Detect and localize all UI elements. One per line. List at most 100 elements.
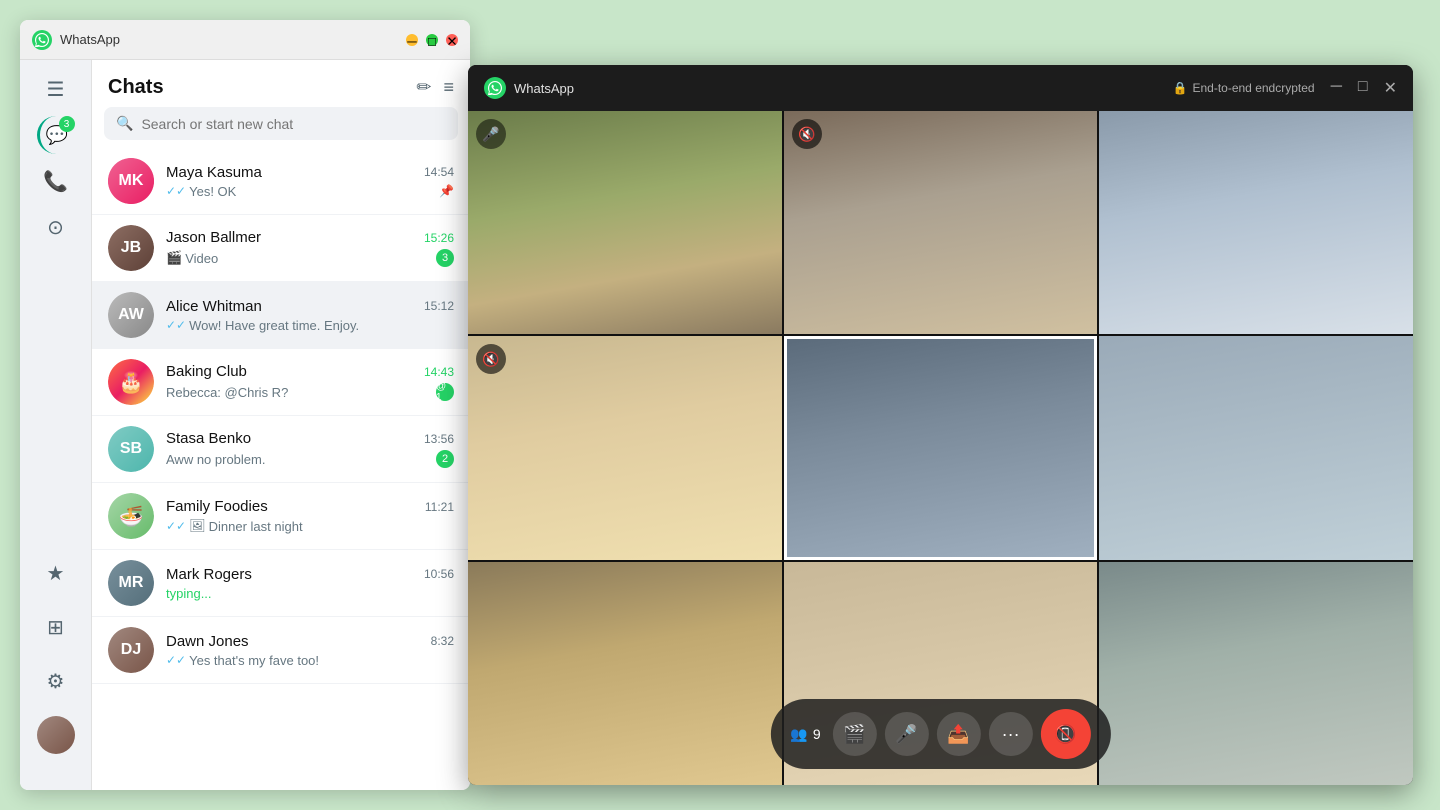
video-call-window: WhatsApp 🔒 End-to-end endcrypted ─ □ ✕ 🎤… bbox=[468, 65, 1413, 785]
mic-toggle-button[interactable]: 🎤 bbox=[885, 712, 929, 756]
chat-preview-row-mark: typing... bbox=[166, 586, 454, 601]
chat-list: MK Maya Kasuma 14:54 ✓✓ Yes! OK 📌 bbox=[92, 148, 470, 790]
main-titlebar: WhatsApp ─ □ ✕ bbox=[20, 20, 470, 60]
sidebar-item-settings[interactable]: ⚙ bbox=[37, 662, 75, 700]
chat-item-dawn[interactable]: DJ Dawn Jones 8:32 ✓✓ Yes that's my fave… bbox=[92, 617, 470, 684]
e2e-label: End-to-end endcrypted bbox=[1192, 81, 1314, 95]
tick-icon-maya: ✓✓ bbox=[166, 184, 186, 198]
chat-preview-row-jason: 🎬 Video 3 bbox=[166, 249, 454, 267]
video-toggle-button[interactable]: 🎬 bbox=[833, 712, 877, 756]
screen-share-button[interactable]: 📤 bbox=[937, 712, 981, 756]
chat-name-jason: Jason Ballmer bbox=[166, 229, 261, 246]
chat-name-row-jason: Jason Ballmer 15:26 bbox=[166, 229, 454, 246]
chat-preview-row-alice: ✓✓ Wow! Have great time. Enjoy. bbox=[166, 318, 454, 333]
chat-item-maya[interactable]: MK Maya Kasuma 14:54 ✓✓ Yes! OK 📌 bbox=[92, 148, 470, 215]
close-button[interactable]: ✕ bbox=[446, 34, 458, 46]
chat-item-mark[interactable]: MR Mark Rogers 10:56 typing... bbox=[92, 550, 470, 617]
video-app-name: WhatsApp bbox=[514, 81, 1173, 96]
search-bar[interactable]: 🔍 bbox=[104, 107, 458, 140]
chat-preview-row-dawn: ✓✓ Yes that's my fave too! bbox=[166, 653, 454, 668]
badge-stasa: 2 bbox=[436, 450, 454, 468]
chat-item-stasa[interactable]: SB Stasa Benko 13:56 Aww no problem. 2 bbox=[92, 416, 470, 483]
sidebar-item-menu[interactable]: ☰ bbox=[37, 70, 75, 108]
starred-icon: ★ bbox=[47, 561, 65, 586]
chat-time-dawn: 8:32 bbox=[431, 634, 454, 648]
chat-name-baking: Baking Club bbox=[166, 363, 247, 380]
video-maximize-button[interactable]: □ bbox=[1358, 78, 1368, 98]
chat-item-jason[interactable]: JB Jason Ballmer 15:26 🎬 Video 3 bbox=[92, 215, 470, 282]
video-cell-4: 🔇 bbox=[468, 336, 782, 559]
chat-name-mark: Mark Rogers bbox=[166, 566, 252, 583]
chat-preview-jason: 🎬 Video bbox=[166, 250, 436, 266]
video-cell-5 bbox=[784, 336, 1098, 559]
chat-preview-row-family: ✓✓ 🖼 Dinner last night bbox=[166, 518, 454, 534]
video-cell-6 bbox=[1099, 336, 1413, 559]
tick-icon-family: ✓✓ bbox=[166, 519, 186, 533]
search-input[interactable] bbox=[141, 116, 446, 132]
main-whatsapp-window: WhatsApp ─ □ ✕ ☰ 💬 3 📞 ⊙ ★ bbox=[20, 20, 470, 790]
calls-icon: 📞 bbox=[43, 169, 68, 194]
chat-preview-row-stasa: Aww no problem. 2 bbox=[166, 450, 454, 468]
avatar-mark: MR bbox=[108, 560, 154, 606]
settings-icon: ⚙ bbox=[47, 669, 65, 694]
chat-preview-alice: ✓✓ Wow! Have great time. Enjoy. bbox=[166, 318, 454, 333]
avatar-maya: MK bbox=[108, 158, 154, 204]
new-chat-icon[interactable]: ✏ bbox=[416, 77, 431, 98]
filter-icon[interactable]: ≡ bbox=[443, 77, 454, 98]
maximize-button[interactable]: □ bbox=[426, 34, 438, 46]
sidebar-item-archived[interactable]: ⊞ bbox=[37, 608, 75, 646]
sidebar-item-starred[interactable]: ★ bbox=[37, 554, 75, 592]
video-cell-9 bbox=[1099, 562, 1413, 785]
video-cell-7 bbox=[468, 562, 782, 785]
sidebar-item-calls[interactable]: 📞 bbox=[37, 162, 75, 200]
avatar-family: 🍜 bbox=[108, 493, 154, 539]
participants-icon: 👥 bbox=[790, 726, 807, 743]
user-avatar[interactable] bbox=[37, 716, 75, 754]
chat-name-family: Family Foodies bbox=[166, 498, 268, 515]
chat-preview-dawn: ✓✓ Yes that's my fave too! bbox=[166, 653, 454, 668]
chat-info-family: Family Foodies 11:21 ✓✓ 🖼 Dinner last ni… bbox=[166, 498, 454, 534]
chat-info-jason: Jason Ballmer 15:26 🎬 Video 3 bbox=[166, 229, 454, 267]
chats-title: Chats bbox=[108, 76, 164, 99]
avatar-dawn: DJ bbox=[108, 627, 154, 673]
sidebar-bottom: ★ ⊞ ⚙ bbox=[37, 554, 75, 780]
avatar-jason: JB bbox=[108, 225, 154, 271]
more-options-button[interactable]: ··· bbox=[989, 712, 1033, 756]
main-app-title: WhatsApp bbox=[60, 32, 406, 47]
end-call-button[interactable]: 📵 bbox=[1041, 709, 1091, 759]
chats-panel: Chats ✏ ≡ 🔍 MK Maya Kas bbox=[92, 60, 470, 790]
chat-name-maya: Maya Kasuma bbox=[166, 164, 262, 181]
chat-name-row-stasa: Stasa Benko 13:56 bbox=[166, 430, 454, 447]
chat-item-family[interactable]: 🍜 Family Foodies 11:21 ✓✓ 🖼 Dinner last … bbox=[92, 483, 470, 550]
chat-info-maya: Maya Kasuma 14:54 ✓✓ Yes! OK 📌 bbox=[166, 164, 454, 199]
sidebar-item-chats[interactable]: 💬 3 bbox=[37, 116, 75, 154]
chat-item-alice[interactable]: AW Alice Whitman 15:12 ✓✓ Wow! Have grea… bbox=[92, 282, 470, 349]
chat-name-alice: Alice Whitman bbox=[166, 298, 262, 315]
sidebar-item-status[interactable]: ⊙ bbox=[37, 208, 75, 246]
chat-preview-row-baking: Rebecca: @Chris R? @ 1 bbox=[166, 383, 454, 401]
menu-icon: ☰ bbox=[47, 77, 65, 102]
chats-badge: 3 bbox=[59, 116, 75, 132]
chat-preview-maya: ✓✓ Yes! OK bbox=[166, 184, 439, 199]
avatar-stasa: SB bbox=[108, 426, 154, 472]
chat-time-maya: 14:54 bbox=[424, 165, 454, 179]
video-minimize-button[interactable]: ─ bbox=[1331, 78, 1342, 98]
chat-name-dawn: Dawn Jones bbox=[166, 633, 249, 650]
chat-time-mark: 10:56 bbox=[424, 567, 454, 581]
chat-time-baking: 14:43 bbox=[424, 365, 454, 379]
chat-info-dawn: Dawn Jones 8:32 ✓✓ Yes that's my fave to… bbox=[166, 633, 454, 668]
video-close-button[interactable]: ✕ bbox=[1384, 78, 1397, 98]
chat-item-baking[interactable]: 🎂 Baking Club 14:43 Rebecca: @Chris R? @… bbox=[92, 349, 470, 416]
chat-name-row-family: Family Foodies 11:21 bbox=[166, 498, 454, 515]
chat-time-stasa: 13:56 bbox=[424, 432, 454, 446]
main-window-controls: ─ □ ✕ bbox=[406, 34, 458, 46]
video-cell-1: 🎤 bbox=[468, 111, 782, 334]
archived-icon: ⊞ bbox=[47, 615, 64, 640]
chat-info-stasa: Stasa Benko 13:56 Aww no problem. 2 bbox=[166, 430, 454, 468]
minimize-button[interactable]: ─ bbox=[406, 34, 418, 46]
call-controls-bar: 👥 9 🎬 🎤 📤 ··· 📵 bbox=[770, 699, 1110, 769]
pin-icon-maya: 📌 bbox=[439, 184, 454, 198]
chat-time-family: 11:21 bbox=[425, 500, 454, 514]
app-body: ☰ 💬 3 📞 ⊙ ★ ⊞ ⚙ bbox=[20, 60, 470, 790]
chat-preview-stasa: Aww no problem. bbox=[166, 452, 436, 467]
